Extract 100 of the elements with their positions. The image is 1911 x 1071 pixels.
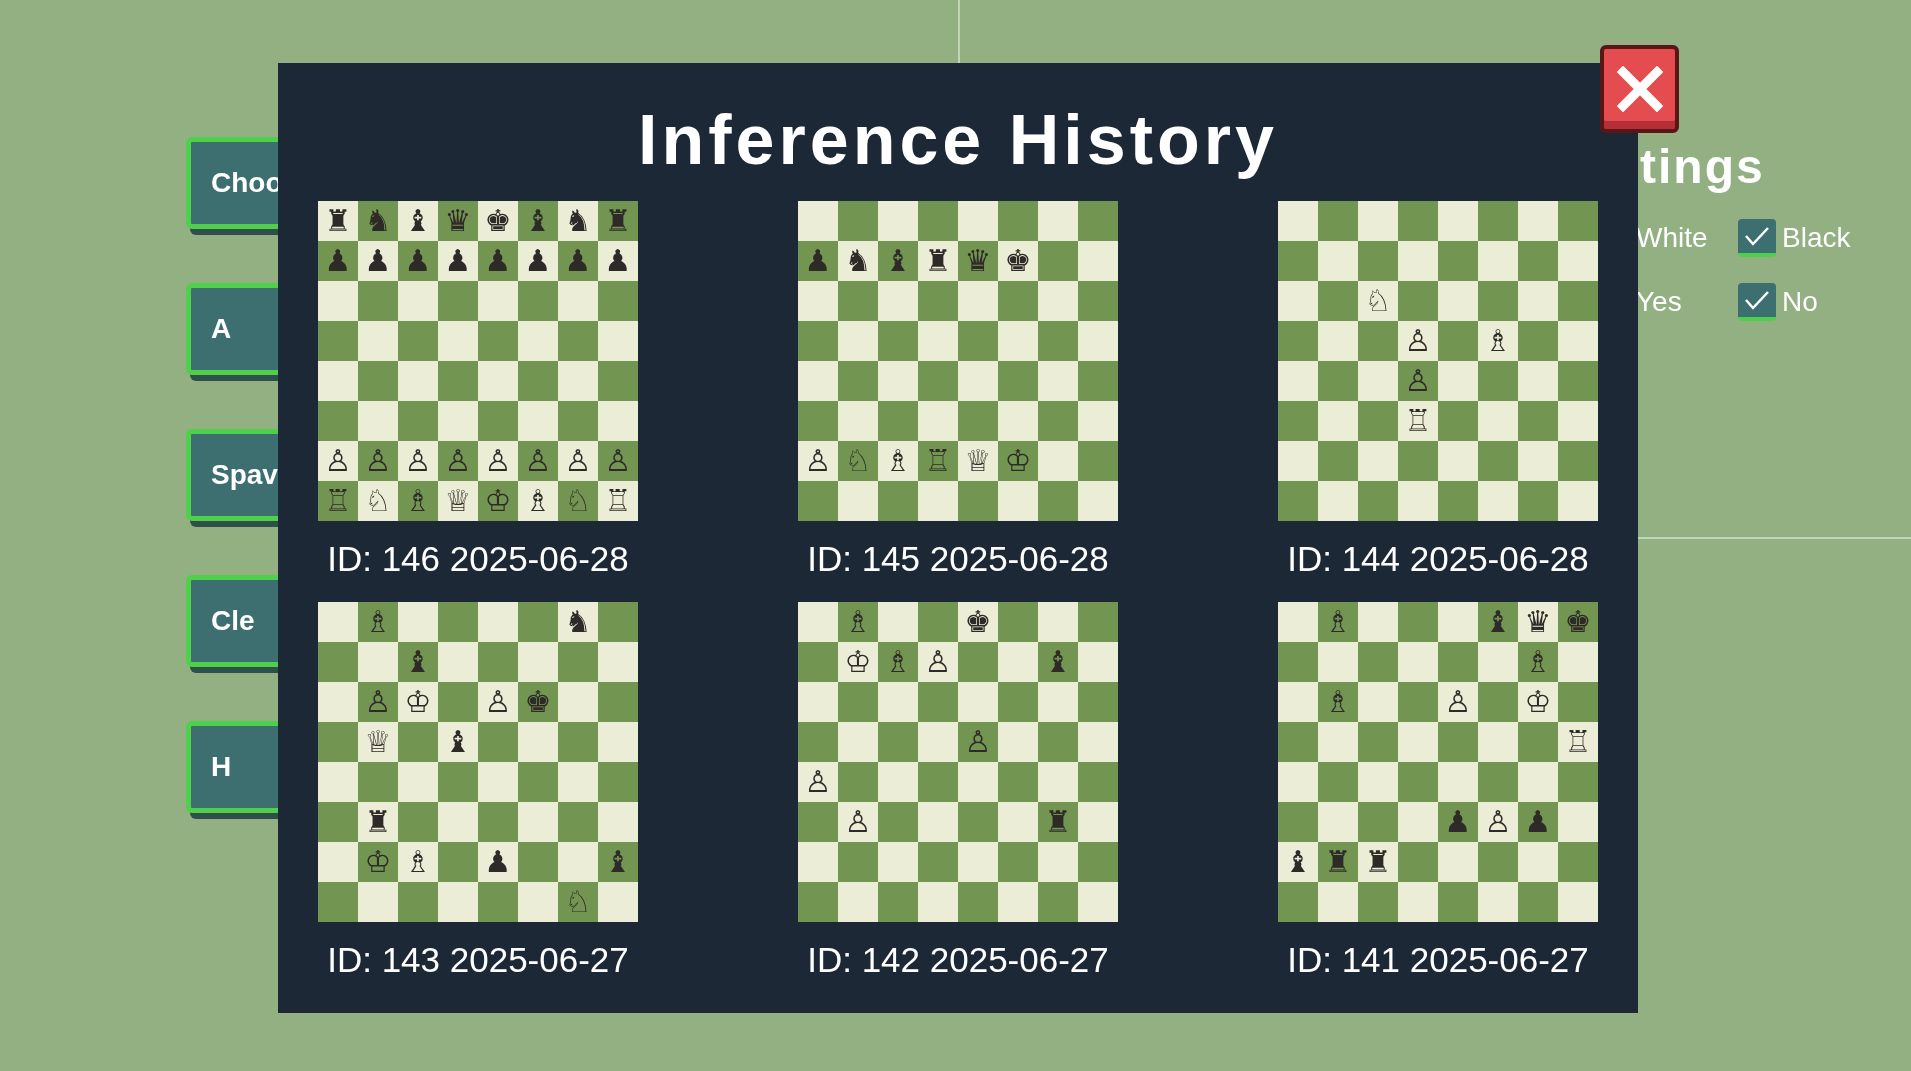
board-caption: ID: 141 2025-06-27 <box>1287 942 1589 977</box>
chess-piece: ♛ <box>1524 607 1552 637</box>
chess-board[interactable]: ♗ ♝ ♛ ♚ ♗ ♗ ♙ ♔ ♖ ♟ ♙ ♟ ♝ ♜ ♜ <box>1278 602 1598 922</box>
chess-piece: ♟ <box>364 246 392 276</box>
chess-piece: ♟ <box>484 847 512 877</box>
board-caption: ID: 142 2025-06-27 <box>807 942 1109 977</box>
board-caption: ID: 145 2025-06-28 <box>807 541 1109 576</box>
chess-piece: ♙ <box>364 446 392 476</box>
option-label: Black <box>1782 221 1851 255</box>
chess-piece: ♖ <box>1564 727 1592 757</box>
chess-piece: ♟ <box>804 246 832 276</box>
chess-piece: ♟ <box>444 246 472 276</box>
chess-piece: ♘ <box>844 446 872 476</box>
chess-piece: ♞ <box>364 206 392 236</box>
chess-piece: ♘ <box>1364 286 1392 316</box>
chess-piece: ♙ <box>604 446 632 476</box>
close-button[interactable] <box>1600 45 1679 133</box>
chess-piece: ♙ <box>964 727 992 757</box>
chess-board[interactable]: ♘ ♙ ♗ ♙ ♖ <box>1278 201 1598 521</box>
chess-piece: ♗ <box>1484 326 1512 356</box>
chess-piece: ♜ <box>364 807 392 837</box>
chess-piece: ♗ <box>364 607 392 637</box>
chess-piece: ♙ <box>404 446 432 476</box>
chess-piece: ♗ <box>404 847 432 877</box>
chess-piece: ♙ <box>844 807 872 837</box>
chess-piece: ♔ <box>1004 446 1032 476</box>
chess-piece: ♗ <box>844 607 872 637</box>
chess-piece: ♟ <box>324 246 352 276</box>
chess-piece: ♜ <box>1324 847 1352 877</box>
chess-piece: ♖ <box>604 486 632 516</box>
chess-piece: ♛ <box>964 246 992 276</box>
chess-piece: ♚ <box>1564 607 1592 637</box>
chess-piece: ♙ <box>564 446 592 476</box>
chess-piece: ♙ <box>1404 326 1432 356</box>
chess-piece: ♙ <box>444 446 472 476</box>
chess-piece: ♗ <box>1524 647 1552 677</box>
chess-piece: ♙ <box>324 446 352 476</box>
chess-piece: ♖ <box>924 446 952 476</box>
chess-board[interactable]: ♗ ♞ ♝ ♙ ♔ ♙ ♚ ♕ ♝ ♜ ♔ ♗ ♟ ♝ ♘ <box>318 602 638 922</box>
board-caption: ID: 146 2025-06-28 <box>327 541 629 576</box>
chess-piece: ♟ <box>484 246 512 276</box>
chess-board[interactable]: ♗ ♚ ♔ ♗ ♙ ♝ ♙ ♙ ♙ ♜ <box>798 602 1118 922</box>
option-label: White <box>1636 221 1708 255</box>
close-icon <box>1616 66 1663 112</box>
chess-piece: ♛ <box>444 206 472 236</box>
chess-piece: ♝ <box>404 206 432 236</box>
chess-piece: ♔ <box>484 486 512 516</box>
chess-piece: ♜ <box>924 246 952 276</box>
chess-piece: ♜ <box>604 206 632 236</box>
chess-piece: ♔ <box>844 647 872 677</box>
chess-piece: ♝ <box>524 206 552 236</box>
chess-board[interactable]: ♜ ♞ ♝ ♛ ♚ ♝ ♞ ♜ ♟ ♟ ♟ ♟ ♟ ♟ ♟ ♟ ♙ ♙ ♙ ♙ ♙ ♙ ♙ ♙ ♖ ♘ ♗ ♕ ♔ ♗ ♘ ♖ <box>318 201 638 521</box>
chess-piece: ♗ <box>1324 687 1352 717</box>
chess-piece: ♜ <box>1364 847 1392 877</box>
chess-piece: ♗ <box>524 486 552 516</box>
chess-piece: ♟ <box>1524 807 1552 837</box>
chess-piece: ♗ <box>1324 607 1352 637</box>
chess-piece: ♘ <box>564 486 592 516</box>
chess-piece: ♙ <box>524 446 552 476</box>
chess-piece: ♙ <box>924 647 952 677</box>
board-caption: ID: 143 2025-06-27 <box>327 942 629 977</box>
check-icon <box>1744 225 1770 247</box>
chess-piece: ♖ <box>1404 406 1432 436</box>
chess-piece: ♙ <box>804 446 832 476</box>
chess-piece: ♝ <box>1484 607 1512 637</box>
chess-piece: ♚ <box>484 206 512 236</box>
chess-piece: ♝ <box>444 727 472 757</box>
chess-piece: ♞ <box>564 607 592 637</box>
chess-piece: ♙ <box>804 767 832 797</box>
chess-piece: ♟ <box>604 246 632 276</box>
chess-piece: ♙ <box>364 687 392 717</box>
chess-piece: ♝ <box>604 847 632 877</box>
chess-piece: ♚ <box>964 607 992 637</box>
chess-piece: ♙ <box>1404 366 1432 396</box>
option-label: No <box>1782 285 1818 319</box>
chess-piece: ♞ <box>564 206 592 236</box>
chess-piece: ♙ <box>484 687 512 717</box>
chess-piece: ♞ <box>844 246 872 276</box>
option-label: Yes <box>1636 285 1682 319</box>
chess-piece: ♙ <box>1484 807 1512 837</box>
chess-piece: ♙ <box>484 446 512 476</box>
checkbox[interactable] <box>1738 283 1776 321</box>
chess-piece: ♟ <box>404 246 432 276</box>
chess-piece: ♟ <box>524 246 552 276</box>
chess-piece: ♖ <box>324 486 352 516</box>
chess-piece: ♚ <box>524 687 552 717</box>
chess-piece: ♔ <box>1524 687 1552 717</box>
chess-piece: ♕ <box>444 486 472 516</box>
settings-title: tings <box>1640 143 1766 191</box>
chess-piece: ♝ <box>404 647 432 677</box>
chess-piece: ♟ <box>1444 807 1472 837</box>
chess-piece: ♝ <box>1044 647 1072 677</box>
chess-piece: ♚ <box>1004 246 1032 276</box>
chess-piece: ♜ <box>1044 807 1072 837</box>
chess-piece: ♕ <box>364 727 392 757</box>
checkbox[interactable] <box>1738 219 1776 257</box>
chess-piece: ♝ <box>884 246 912 276</box>
chess-piece: ♗ <box>884 647 912 677</box>
board-caption: ID: 144 2025-06-28 <box>1287 541 1589 576</box>
chess-board[interactable]: ♟ ♞ ♝ ♜ ♛ ♚ ♙ ♘ ♗ ♖ ♕ ♔ <box>798 201 1118 521</box>
